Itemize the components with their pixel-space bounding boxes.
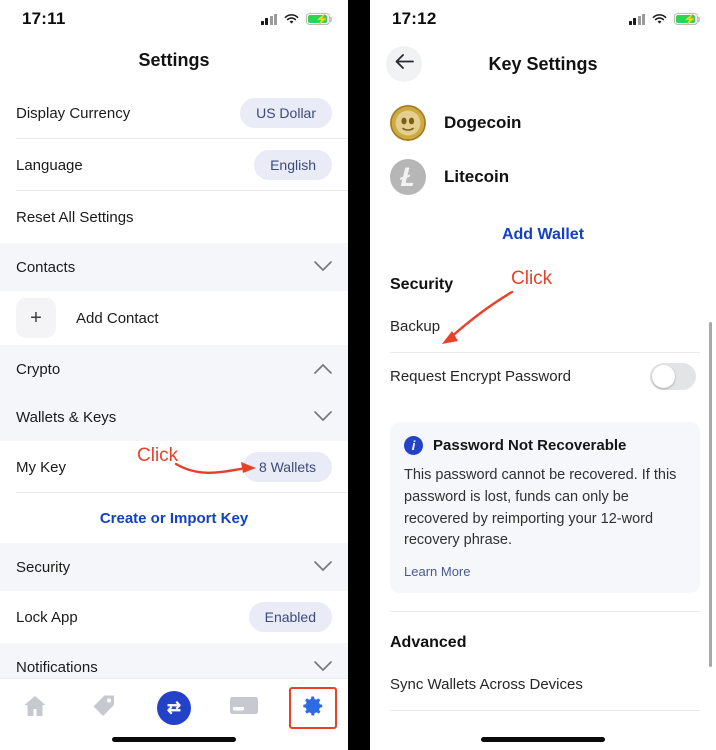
cellular-signal-icon (628, 13, 645, 25)
litecoin-icon (390, 159, 426, 195)
dual-screenshot-container: 17:11 ⚡ Settings Display Currency US Dol… (0, 0, 716, 750)
home-indicator-left (112, 737, 236, 742)
chevron-up-icon[interactable] (314, 361, 332, 378)
tab-home[interactable] (11, 687, 59, 729)
backup-label: Backup (390, 318, 441, 335)
wallet-name: Litecoin (444, 167, 510, 186)
back-button[interactable] (386, 46, 422, 82)
my-key-wallets-count[interactable]: 8 Wallets (242, 452, 332, 482)
request-encrypt-password-toggle[interactable] (650, 363, 696, 390)
gear-icon (301, 694, 325, 723)
section-header-security[interactable]: Security (0, 543, 348, 591)
add-contact-row[interactable]: + Add Contact (0, 291, 348, 345)
learn-more-link[interactable]: Learn More (404, 564, 684, 579)
wallet-row-litecoin[interactable]: Litecoin (370, 150, 716, 204)
add-wallet-link[interactable]: Add Wallet (370, 204, 716, 270)
info-card-title: Password Not Recoverable (433, 437, 627, 454)
wallet-name: Dogecoin (444, 113, 522, 132)
battery-charging-icon: ⚡ (674, 13, 701, 26)
info-card-body: This password cannot be recovered. If th… (404, 467, 677, 549)
request-encrypt-password-label: Request Encrypt Password (390, 368, 571, 385)
section-header-contacts[interactable]: Contacts (0, 243, 348, 291)
sync-wallets-label: Sync Wallets Across Devices (390, 676, 583, 693)
row-label: Reset All Settings (16, 208, 134, 226)
info-card-header: i Password Not Recoverable (404, 436, 684, 455)
settings-row-display-currency[interactable]: Display Currency US Dollar (0, 87, 348, 139)
page-title: Settings (138, 50, 210, 70)
wifi-icon (284, 13, 299, 25)
add-contact-label: Add Contact (76, 309, 159, 327)
tab-settings[interactable] (289, 687, 338, 729)
chevron-down-icon[interactable] (314, 559, 332, 576)
plus-icon[interactable]: + (16, 298, 56, 338)
tab-card[interactable] (220, 687, 268, 729)
section-label: Wallets & Keys (16, 408, 117, 426)
row-label: Display Currency (16, 104, 131, 122)
tab-swap[interactable]: ⇄ (150, 687, 198, 729)
status-bar-icons: ⚡ (628, 13, 701, 26)
vertical-scrollbar[interactable] (709, 322, 712, 667)
language-value[interactable]: English (254, 150, 332, 180)
chevron-down-icon[interactable] (314, 259, 332, 276)
advanced-group-title: Advanced (390, 634, 467, 651)
row-label: Language (16, 156, 83, 174)
security-group-title: Security (390, 276, 454, 293)
info-icon: i (404, 436, 423, 455)
password-not-recoverable-card: i Password Not Recoverable This password… (390, 422, 700, 593)
settings-row-my-key[interactable]: My Key 8 Wallets (0, 441, 348, 493)
row-label: My Key (16, 458, 67, 476)
settings-row-reset-all[interactable]: Reset All Settings (0, 191, 348, 243)
lock-app-value[interactable]: Enabled (248, 602, 332, 632)
backup-row[interactable]: Backup (370, 308, 716, 353)
section-label: Contacts (16, 258, 76, 276)
create-or-import-key-link[interactable]: Create or Import Key (0, 493, 348, 543)
status-bar-right: 17:12 ⚡ (370, 0, 716, 38)
settings-row-language[interactable]: Language English (0, 139, 348, 191)
settings-screen: 17:11 ⚡ Settings Display Currency US Dol… (0, 0, 348, 750)
settings-row-lock-app[interactable]: Lock App Enabled (0, 591, 348, 643)
section-header-crypto[interactable]: Crypto (0, 345, 348, 393)
cellular-signal-icon (260, 13, 277, 25)
sync-wallets-row[interactable]: Sync Wallets Across Devices (370, 666, 716, 711)
status-bar-left: 17:11 ⚡ (0, 0, 348, 38)
section-label: Notifications (16, 658, 98, 676)
status-bar-icons: ⚡ (260, 13, 333, 26)
chevron-down-icon[interactable] (314, 409, 332, 426)
swap-icon: ⇄ (156, 691, 191, 725)
section-label: Security (16, 558, 71, 576)
request-encrypt-password-row[interactable]: Request Encrypt Password (370, 353, 716, 408)
status-bar-time: 17:12 (392, 9, 437, 28)
section-header-wallets-keys[interactable]: Wallets & Keys (0, 393, 348, 441)
home-icon (23, 695, 47, 722)
tab-tag[interactable] (80, 687, 128, 729)
battery-charging-icon: ⚡ (306, 13, 333, 26)
card-icon (229, 696, 258, 720)
status-bar-time: 17:11 (22, 9, 66, 28)
display-currency-value[interactable]: US Dollar (240, 98, 332, 128)
row-label: Lock App (16, 608, 78, 626)
tag-icon (92, 694, 116, 723)
wifi-icon (652, 13, 667, 25)
screen-divider (348, 0, 370, 750)
nav-bar: Key Settings (370, 38, 716, 96)
wallet-row-dogecoin[interactable]: Dogecoin (370, 96, 716, 150)
chevron-down-icon[interactable] (314, 659, 332, 676)
section-label: Crypto (16, 360, 61, 378)
back-arrow-icon (395, 54, 414, 74)
home-indicator-right (481, 737, 605, 742)
dogecoin-icon (390, 105, 426, 141)
key-settings-screen: 17:12 ⚡ Key Settings Dogecoin Litecoin A… (370, 0, 716, 750)
